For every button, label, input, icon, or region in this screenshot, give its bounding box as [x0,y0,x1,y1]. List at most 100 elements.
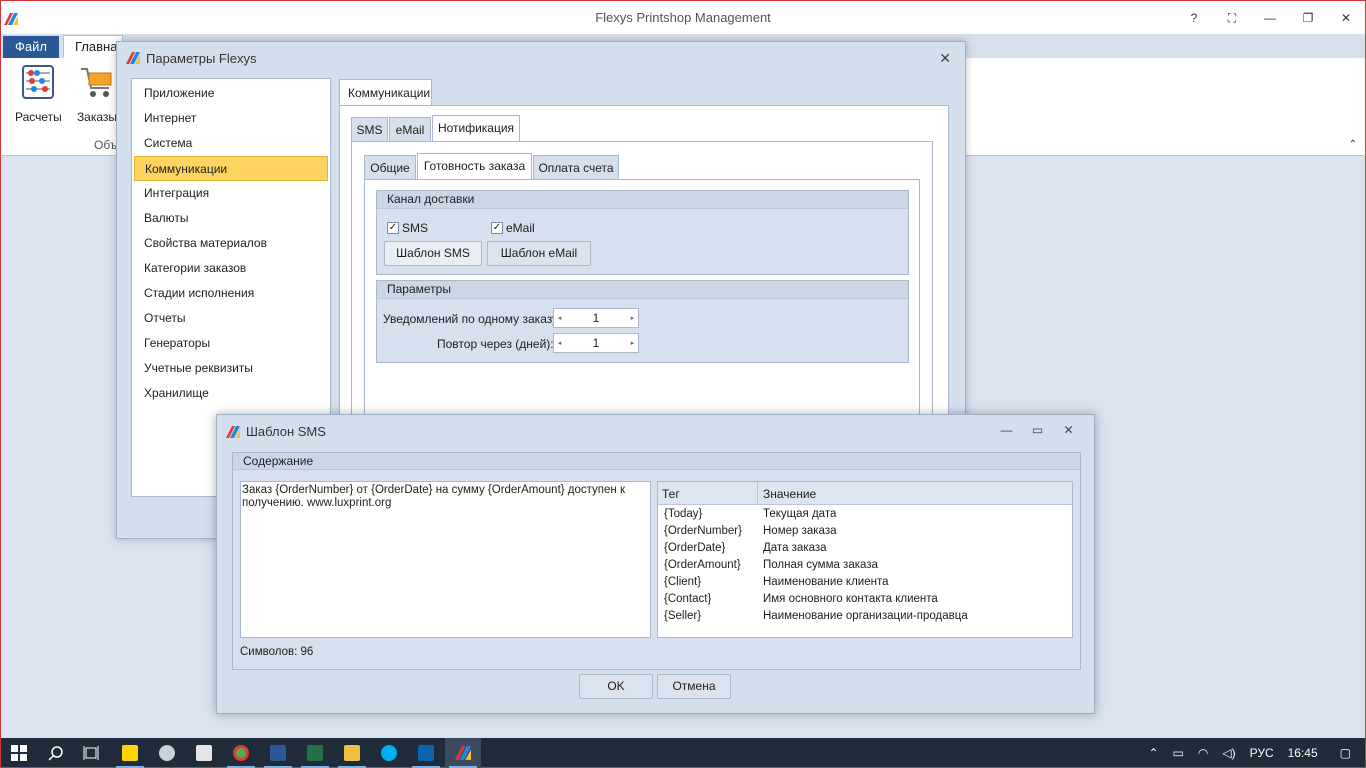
word-icon [270,745,286,761]
table-row[interactable]: {OrderNumber} Номер заказа [658,523,1072,540]
table-row[interactable]: {OrderAmount} Полная сумма заказа [658,557,1072,574]
tag-cell: {OrderAmount} [664,559,741,571]
column-header-value[interactable]: Значение [763,487,816,501]
start-button[interactable] [1,738,37,768]
cart-icon [81,68,112,97]
tab-file[interactable]: Файл [3,36,59,58]
notifications-per-order-stepper[interactable]: ◂ 1 ▸ [553,308,639,328]
sms-template-button[interactable]: Шаблон SMS [384,241,482,266]
system-tray: ⌃ ▭ ◠ ◁) РУС 16:45 ▢ [1148,738,1365,768]
volume-icon[interactable]: ◁) [1222,746,1235,760]
taskbar-snipping-tool[interactable] [149,738,185,768]
notifications-icon[interactable]: ▢ [1340,746,1351,760]
value-cell: Наименование организации-продавца [763,610,968,622]
sms-text-editor[interactable]: Заказ {OrderNumber} от {OrderDate} на су… [240,481,651,638]
tab-sms[interactable]: SMS [351,117,388,142]
table-row[interactable]: {Today} Текущая дата [658,506,1072,523]
nav-item-order-categories[interactable]: Категории заказов [134,256,328,281]
nav-item-stages[interactable]: Стадии исполнения [134,281,328,306]
ok-button[interactable]: OK [579,674,653,699]
increment-icon[interactable]: ▸ [627,309,638,327]
taskbar-skype[interactable] [371,738,407,768]
battery-icon[interactable]: ▭ [1173,746,1184,760]
taskbar-chrome[interactable] [223,738,259,768]
minimize-icon[interactable]: — [991,423,1022,437]
increment-icon[interactable]: ▸ [627,334,638,352]
flexys-logo-icon [126,52,140,64]
taskbar-file-explorer[interactable] [334,738,370,768]
params-dialog-titlebar[interactable]: Параметры Flexys ✕ [117,42,965,72]
ribbon-button-calculations[interactable]: Расчеты [15,64,62,124]
taskbar-flexys[interactable] [445,738,481,768]
tags-table[interactable]: Тег Значение {Today} Текущая дата {OrderN… [657,481,1073,638]
restore-button[interactable]: ❐ [1289,1,1327,35]
tags-table-header: Тег Значение [658,482,1072,505]
minimize-button[interactable]: — [1251,1,1289,35]
taskbar: ⌃ ▭ ◠ ◁) РУС 16:45 ▢ [0,738,1366,768]
tab-communications[interactable]: Коммуникации [339,79,432,106]
nav-item-integration[interactable]: Интеграция [134,181,328,206]
ribbon-button-orders[interactable]: Заказы [75,64,119,124]
maximize-icon[interactable]: ▭ [1022,423,1053,437]
table-row[interactable]: {Client} Наименование клиента [658,574,1072,591]
close-button[interactable]: ✕ [1327,1,1365,35]
nav-item-accounting-details[interactable]: Учетные реквизиты [134,356,328,381]
table-row[interactable]: {Contact} Имя основного контакта клиента [658,591,1072,608]
nav-item-communications[interactable]: Коммуникации [134,156,328,181]
nav-item-internet[interactable]: Интернет [134,106,328,131]
task-view-button[interactable] [73,738,109,768]
tab-order-ready[interactable]: Готовность заказа [417,153,532,180]
close-icon[interactable]: ✕ [1053,423,1084,437]
taskbar-excel[interactable] [297,738,333,768]
tab-invoice-payment[interactable]: Оплата счета [533,155,619,180]
repeat-days-stepper[interactable]: ◂ 1 ▸ [553,333,639,353]
search-icon [48,746,63,761]
nav-item-generators[interactable]: Генераторы [134,331,328,356]
repeat-days-value: 1 [592,336,600,350]
sms-checkbox[interactable]: ✓ SMS [387,221,428,235]
column-header-tag[interactable]: Тег [662,487,680,501]
tag-cell: {OrderDate} [664,542,726,554]
wifi-icon[interactable]: ◠ [1198,746,1208,760]
email-checkbox[interactable]: ✓ eMail [491,221,535,235]
table-row[interactable]: {OrderDate} Дата заказа [658,540,1072,557]
taskbar-sticky-notes[interactable] [112,738,148,768]
content-title: Содержание [233,453,1080,470]
close-icon[interactable]: ✕ [939,50,951,67]
decrement-icon[interactable]: ◂ [554,334,565,352]
notifications-per-order-value: 1 [592,311,600,325]
nav-item-currencies[interactable]: Валюты [134,206,328,231]
tab-home[interactable]: Главная [63,35,124,58]
taskbar-word[interactable] [260,738,296,768]
chevron-up-icon[interactable]: ⌃ [1148,746,1158,760]
sms-template-dialog: Шаблон SMS — ▭ ✕ Содержание Заказ {Order… [216,414,1095,714]
windows-icon [11,745,27,761]
value-cell: Дата заказа [763,542,827,554]
nav-item-system[interactable]: Система [134,131,328,156]
ribbon-button-label: Заказы [76,110,118,124]
sms-dialog-titlebar[interactable]: Шаблон SMS — ▭ ✕ [217,415,1094,447]
sms-checkbox-label: SMS [402,221,429,235]
tab-general[interactable]: Общие [364,155,416,180]
cancel-button[interactable]: Отмена [657,674,731,699]
help-icon[interactable]: ? [1175,1,1213,35]
tab-email[interactable]: eMail [389,117,431,142]
tag-cell: {Today} [664,508,703,520]
table-row[interactable]: {Seller} Наименование организации-продавц… [658,608,1072,625]
nav-item-application[interactable]: Приложение [134,81,328,106]
nav-item-material-properties[interactable]: Свойства материалов [134,231,328,256]
nav-item-reports[interactable]: Отчеты [134,306,328,331]
taskbar-calculator[interactable] [186,738,222,768]
language-indicator[interactable]: РУС [1250,746,1274,760]
clock[interactable]: 16:45 [1288,746,1318,760]
taskbar-outlook[interactable] [408,738,444,768]
decrement-icon[interactable]: ◂ [554,309,565,327]
ribbon-button-label: Расчеты [15,110,62,124]
nav-item-storage[interactable]: Хранилище [134,381,328,406]
tab-notification[interactable]: Нотификация [432,115,520,142]
abacus-icon [22,65,54,99]
fullscreen-icon[interactable]: ⛶ [1213,1,1251,35]
email-template-button[interactable]: Шаблон eMail [487,241,591,266]
search-button[interactable] [38,738,74,768]
collapse-ribbon-icon[interactable]: ⌃ [1349,139,1357,150]
